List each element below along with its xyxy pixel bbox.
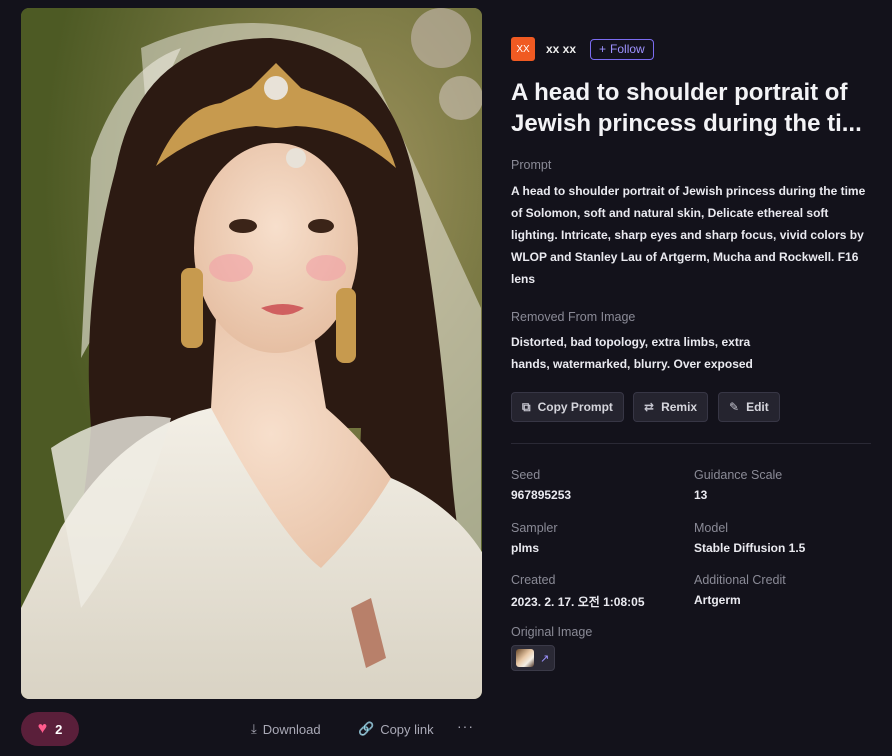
copy-link-label: Copy link <box>380 721 434 737</box>
seed-label: Seed <box>511 468 541 482</box>
model-label: Model <box>694 521 729 535</box>
refresh-icon: ⇄ <box>644 400 655 414</box>
avatar[interactable]: XX <box>511 37 535 61</box>
sampler-value: plms <box>511 541 540 555</box>
copy-link-button[interactable]: 🔗 Copy link <box>358 720 434 738</box>
link-icon: 🔗 <box>358 721 375 736</box>
credit-label: Additional Credit <box>694 573 786 587</box>
original-image-label: Original Image <box>511 625 593 639</box>
seed-value: 967895253 <box>511 488 572 502</box>
generated-image[interactable] <box>21 8 482 699</box>
guidance-label: Guidance Scale <box>694 468 783 482</box>
edit-icon: ✎ <box>729 400 740 414</box>
edit-button[interactable]: ✎ Edit <box>718 392 780 422</box>
edit-label: Edit <box>746 400 769 414</box>
follow-label: Follow <box>610 42 645 56</box>
author-name[interactable]: xx xx <box>546 42 576 56</box>
sampler-label: Sampler <box>511 521 558 535</box>
like-count: 2 <box>55 721 63 737</box>
page-title: A head to shoulder portrait of Jewish pr… <box>511 79 862 137</box>
original-image-link[interactable]: ↗ <box>511 645 555 671</box>
remix-button[interactable]: ⇄ Remix <box>633 392 709 422</box>
download-button[interactable]: ⤓ Download <box>251 720 321 738</box>
original-image-thumbnail <box>516 649 534 667</box>
remix-label: Remix <box>661 400 698 414</box>
created-label: Created <box>511 573 556 587</box>
heart-icon: ♥ <box>37 720 48 737</box>
removed-label: Removed From Image <box>511 310 636 324</box>
follow-button[interactable]: + Follow <box>590 38 654 60</box>
plus-icon: + <box>599 42 607 56</box>
prompt-text: A head to shoulder portrait of Jewish pr… <box>511 184 866 286</box>
copy-icon: ⧉ <box>522 399 531 414</box>
prompt-label: Prompt <box>511 158 552 172</box>
download-icon: ⤓ <box>251 721 257 736</box>
copy-prompt-label: Copy Prompt <box>537 400 613 414</box>
like-button[interactable]: ♥ 2 <box>21 712 79 746</box>
author-row: XX xx xx + Follow <box>511 37 654 61</box>
credit-value: Artgerm <box>694 593 741 607</box>
removed-text: Distorted, bad topology, extra limbs, ex… <box>511 335 753 371</box>
created-value: 2023. 2. 17. 오전 1:08:05 <box>511 595 645 609</box>
model-value: Stable Diffusion 1.5 <box>694 541 806 555</box>
more-options-button[interactable]: ··· <box>457 718 473 738</box>
guidance-value: 13 <box>694 488 708 502</box>
copy-prompt-button[interactable]: ⧉ Copy Prompt <box>511 392 624 422</box>
external-arrow-icon: ↗ <box>540 652 550 665</box>
portrait-illustration <box>21 8 482 699</box>
download-label: Download <box>262 721 321 737</box>
divider <box>511 443 871 444</box>
